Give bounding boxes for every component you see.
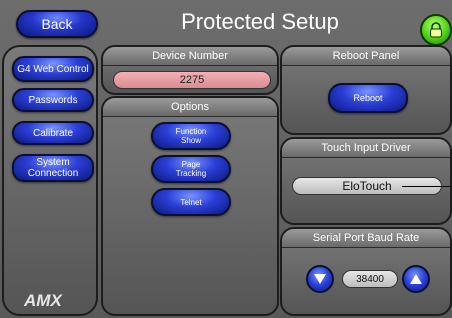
back-button-label: Back: [41, 16, 73, 32]
back-button[interactable]: Back: [16, 10, 98, 38]
function-show-button[interactable]: Function Show: [151, 122, 231, 150]
sidebar-item-label: G4 Web Control: [17, 63, 89, 75]
protected-setup-screen: Back Protected Setup G4 Web Control Pass…: [0, 0, 452, 318]
pointer-line: [402, 186, 452, 187]
device-number-value: 2275: [179, 74, 205, 86]
page-tracking-label: Page Tracking: [175, 160, 207, 178]
options-title: Options: [103, 98, 277, 117]
baud-up-button[interactable]: [402, 265, 430, 293]
sidebar-item-label: Calibrate: [32, 127, 74, 139]
touch-input-driver-title: Touch Input Driver: [282, 139, 450, 158]
lock-button[interactable]: [420, 14, 452, 46]
baud-rate-panel: Serial Port Baud Rate 38400: [280, 227, 452, 316]
reboot-panel: Reboot Panel Reboot: [280, 45, 452, 135]
page-title: Protected Setup: [181, 9, 339, 34]
sidebar-item-calibrate[interactable]: Calibrate: [12, 121, 94, 145]
down-arrow-icon: [314, 274, 326, 284]
baud-rate-title: Serial Port Baud Rate: [282, 229, 450, 248]
baud-rate-value: 38400: [356, 273, 384, 285]
sidebar-item-passwords[interactable]: Passwords: [12, 88, 94, 112]
sidebar-item-g4-web-control[interactable]: G4 Web Control: [12, 56, 94, 82]
reboot-button[interactable]: Reboot: [328, 83, 408, 113]
telnet-button[interactable]: Telnet: [151, 188, 231, 216]
device-number-title: Device Number: [103, 47, 277, 66]
options-panel: Options Function Show Page Tracking Teln…: [101, 96, 279, 316]
touch-driver-value: EloTouch: [342, 179, 392, 193]
reboot-button-label: Reboot: [353, 92, 383, 103]
amx-logo-text: AMX: [24, 291, 63, 310]
page-tracking-button[interactable]: Page Tracking: [151, 155, 231, 183]
function-show-label: Function Show: [175, 127, 207, 145]
device-number-field[interactable]: 2275: [113, 71, 271, 89]
lock-icon: [430, 22, 442, 38]
sidebar-item-system-connection[interactable]: System Connection: [12, 154, 94, 182]
device-number-panel: Device Number 2275: [101, 45, 279, 95]
telnet-label: Telnet: [180, 197, 202, 207]
baud-rate-field: 38400: [342, 270, 398, 288]
sidebar-item-label: Passwords: [28, 94, 78, 106]
touch-input-driver-panel: Touch Input Driver EloTouch: [280, 137, 452, 225]
reboot-panel-title: Reboot Panel: [282, 47, 450, 66]
sidebar-item-label: System Connection: [27, 157, 79, 179]
amx-logo: AMX: [24, 291, 63, 310]
baud-down-button[interactable]: [306, 265, 334, 293]
up-arrow-icon: [410, 274, 422, 284]
